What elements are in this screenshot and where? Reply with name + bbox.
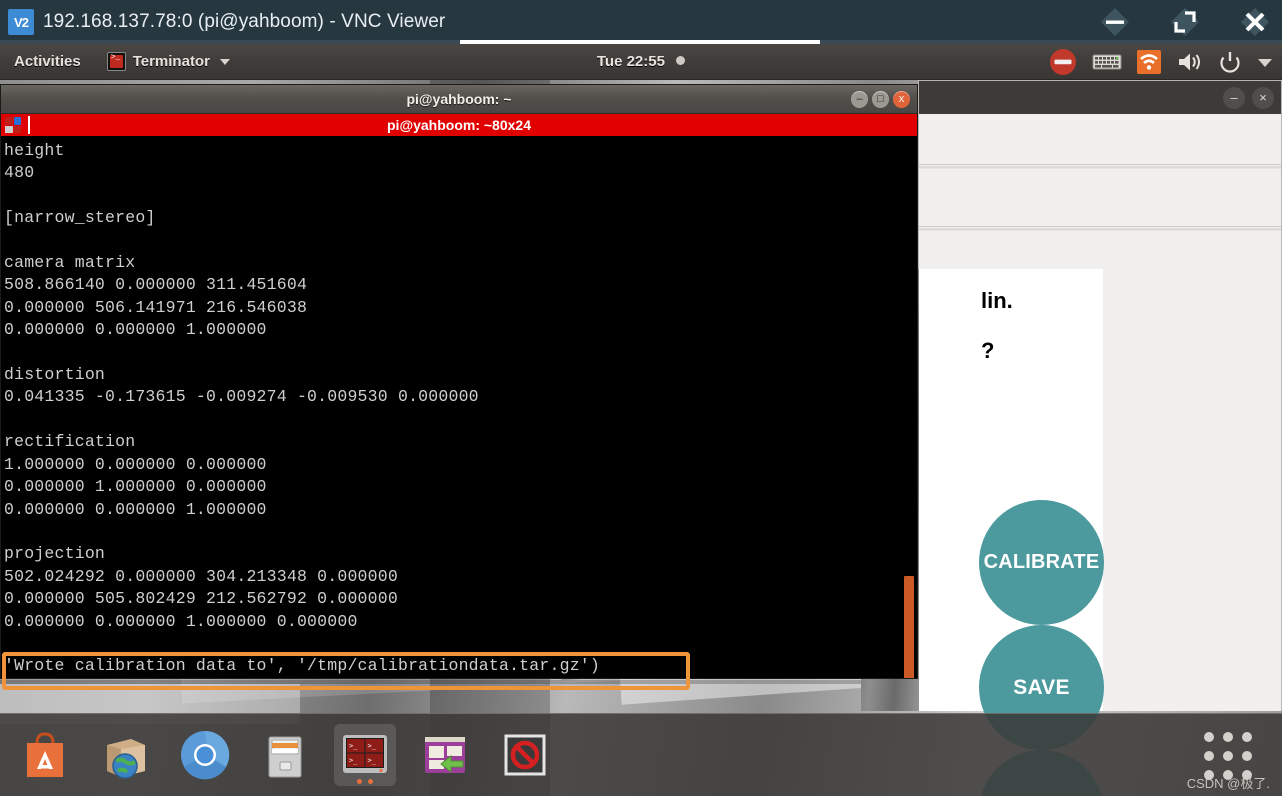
vnc-close-button[interactable] (1238, 5, 1272, 39)
volume-icon[interactable] (1176, 50, 1204, 74)
chevron-down-icon[interactable] (1256, 55, 1274, 69)
terminal-line: 480 (4, 163, 35, 183)
terminal-highlighted-line: 'Wrote calibration data to', '/tmp/calib… (4, 656, 600, 676)
panel-clock-text: Tue 22:55 (596, 53, 665, 70)
calibration-window-body: lin. ? CALIBRATE SAVE COMMIT (861, 114, 1281, 796)
terminal-line: 0.000000 0.000000 1.000000 0.000000 (4, 611, 358, 631)
calibration-window-titlebar: – × (919, 81, 1281, 114)
show-applications-icon[interactable] (1204, 732, 1252, 780)
terminal-line: 0.000000 0.000000 1.000000 (4, 320, 267, 340)
dock-item-terminator[interactable]: >_ >_ >_ >_ (334, 724, 396, 786)
svg-text:>_: >_ (349, 742, 358, 750)
terminal-line: 0.000000 505.802429 212.562792 0.000000 (4, 589, 398, 609)
vnc-logo-icon: V2 (8, 9, 34, 35)
calibration-minimize-button[interactable]: – (1223, 86, 1245, 109)
terminal-line: 0.000000 0.000000 1.000000 (4, 499, 267, 519)
do-not-disturb-icon[interactable] (1048, 47, 1078, 77)
terminal-line: projection (4, 544, 106, 564)
vnc-fullscreen-button[interactable] (1168, 5, 1202, 39)
terminal-line: 508.866140 0.000000 311.451604 (4, 275, 308, 295)
terminal-line: 0.000000 1.000000 0.000000 (4, 477, 267, 497)
running-indicator-dots (334, 779, 396, 784)
app-menu[interactable]: Terminator (106, 52, 230, 71)
prohibition-icon (504, 734, 546, 776)
terminal-line: 1.000000 0.000000 0.000000 (4, 454, 267, 474)
divider (28, 116, 30, 134)
vnc-viewer-titlebar: V2 192.168.137.78:0 (pi@yahboom) - VNC V… (0, 0, 1282, 44)
terminal-scrollbar[interactable] (904, 576, 914, 678)
chromium-icon (181, 730, 230, 780)
terminal-window-controls: – □ x (851, 85, 910, 114)
terminal-close-button[interactable]: x (893, 91, 910, 108)
vnc-window-title: 192.168.137.78:0 (pi@yahboom) - VNC View… (43, 11, 446, 32)
taskbar-dock: >_ >_ >_ >_ CSDN @极了. (0, 713, 1282, 796)
svg-text:>_: >_ (368, 742, 377, 750)
keyboard-icon[interactable] (1092, 52, 1122, 72)
dock-item-chromium[interactable] (174, 724, 236, 786)
calibration-text-fragment-1: lin. (981, 288, 1013, 313)
vnc-window-controls (1098, 0, 1272, 44)
terminal-window-title: pi@yahboom: ~ (406, 91, 512, 107)
terminal-line: 502.024292 0.000000 304.213348 0.000000 (4, 566, 398, 586)
dock-item-blocked[interactable] (494, 724, 556, 786)
terminal-line: height (4, 141, 65, 160)
terminal-icon (106, 52, 126, 71)
camera-calibration-window: – × lin. ? CALIBRATE SAVE COMMIT (861, 80, 1282, 796)
dock-item-files[interactable] (254, 724, 316, 786)
notification-dot-icon (676, 56, 686, 65)
vnc-minimize-button[interactable] (1098, 5, 1132, 39)
terminal-line: 0.000000 506.141971 216.546038 (4, 297, 308, 317)
terminal-tabbar[interactable]: pi@yahboom: ~80x24 (1, 114, 917, 136)
chevron-down-icon (219, 58, 230, 65)
terminal-line: [narrow_stereo] (4, 208, 156, 228)
terminator-icon: >_ >_ >_ >_ (343, 735, 387, 773)
wifi-icon[interactable] (1136, 49, 1162, 75)
import-arrow-icon (425, 737, 465, 774)
screen-root: – × lin. ? CALIBRATE SAVE COMMIT pi@yahb… (0, 0, 1282, 796)
file-manager-icon (268, 736, 302, 778)
divider (919, 226, 1281, 231)
system-tray (1048, 44, 1274, 80)
activities-button[interactable]: Activities (14, 53, 81, 70)
terminal-minimize-button[interactable]: – (851, 91, 868, 108)
terminal-line: distortion (4, 365, 106, 385)
dock-item-software-updater[interactable] (94, 724, 156, 786)
terminal-output-area[interactable]: height 480 [narrow_stereo] camera matrix… (1, 136, 917, 678)
svg-text:>_: >_ (368, 757, 377, 765)
terminal-tab-title: pi@yahboom: ~80x24 (387, 117, 531, 133)
divider (919, 164, 1281, 169)
calibration-close-button[interactable]: × (1252, 86, 1274, 109)
terminator-window: pi@yahboom: ~ – □ x pi@yahboom: ~80x24 h… (0, 84, 918, 679)
gnome-top-panel: Activities Terminator Tue 22:55 (0, 44, 1282, 80)
terminal-grouping-icon[interactable] (5, 117, 21, 133)
dock-item-list: >_ >_ >_ >_ (0, 724, 556, 786)
package-globe-icon (107, 739, 145, 779)
terminal-titlebar: pi@yahboom: ~ – □ x (1, 85, 917, 114)
terminal-line: rectification (4, 432, 136, 452)
power-icon[interactable] (1218, 50, 1242, 74)
terminal-line: camera matrix (4, 253, 136, 273)
dock-item-ubuntu-software[interactable] (14, 724, 76, 786)
ubuntu-software-icon (27, 732, 63, 777)
calibration-text-fragment-2: ? (981, 338, 995, 363)
calibrate-button[interactable]: CALIBRATE (979, 500, 1104, 625)
dock-item-import[interactable] (414, 724, 476, 786)
terminal-maximize-button[interactable]: □ (872, 91, 889, 108)
app-menu-label: Terminator (132, 53, 210, 70)
svg-text:>_: >_ (349, 757, 358, 765)
terminal-line: 0.041335 -0.173615 -0.009274 -0.009530 0… (4, 387, 479, 407)
